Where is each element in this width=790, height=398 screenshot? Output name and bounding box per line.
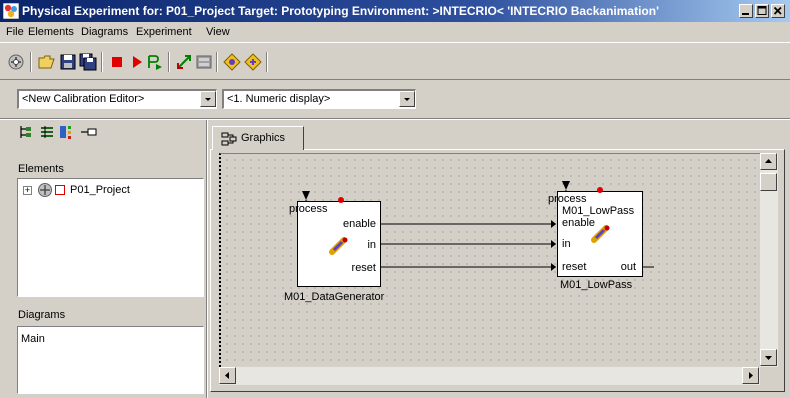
horizontal-scrollbar[interactable] [219,367,760,385]
port-dot [338,197,344,203]
display-type-value: <1. Numeric display> [227,93,331,105]
process-label: process [289,203,328,215]
stop-icon[interactable] [108,53,126,71]
diagram-canvas[interactable]: process enable in reset M01_DataGenerato… [219,153,760,367]
scroll-corner [760,367,778,385]
scroll-thumb[interactable] [760,173,777,191]
port-dot [597,187,603,193]
toolbar-separator [216,52,218,72]
vertical-scrollbar[interactable] [760,153,778,367]
splitter[interactable] [206,120,208,398]
menu-elements[interactable]: Elements [28,26,74,38]
tree-view-icon[interactable] [18,124,34,140]
tab-graphics[interactable]: Graphics [212,126,304,150]
process-trigger-lowpass [562,181,570,190]
toolbar-separator [101,52,103,72]
menu-file[interactable]: File [6,26,24,38]
block-inner-name: M01_LowPass [562,205,635,217]
block-lowpass[interactable]: process M01_LowPass enable in reset out [548,191,643,277]
calibration-editor-value: <New Calibration Editor> [22,93,145,105]
close-button[interactable] [771,4,785,18]
tree-expander[interactable]: + [23,186,32,195]
process-trigger-generator [302,191,310,200]
calibrate-icon[interactable] [195,53,213,71]
arrow-enable [551,220,556,228]
block-name-lowpass: M01_LowPass [560,279,633,291]
title-bar: Physical Experiment for: P01_Project Tar… [0,0,790,22]
project-status-icon [55,185,65,195]
scroll-up-button[interactable] [760,153,777,170]
display-type-select[interactable]: <1. Numeric display> [222,89,416,109]
connector-icon[interactable] [80,124,98,140]
run-icon[interactable] [128,53,146,71]
step-run-icon[interactable] [146,53,164,71]
chevron-down-icon[interactable] [399,91,415,107]
module-icon [591,225,610,243]
tree-item-label[interactable]: P01_Project [70,184,130,196]
hierarchy-icon[interactable] [59,124,77,140]
block-data-generator[interactable]: process enable in reset [289,201,381,287]
port-enable[interactable]: enable [343,218,376,230]
module-icon [329,237,348,255]
tool2-icon[interactable] [244,53,262,71]
chevron-down-icon[interactable] [200,91,216,107]
calibration-editor-select[interactable]: <New Calibration Editor> [17,89,217,109]
arrow-reset [551,263,556,271]
save-icon[interactable] [59,53,77,71]
open-icon[interactable] [38,53,56,71]
port-in-in[interactable]: in [562,238,571,250]
window-title: Physical Experiment for: P01_Project Tar… [22,4,659,18]
port-in[interactable]: in [367,239,376,251]
divider [0,119,790,120]
toolbar-separator [266,52,268,72]
tab-graphics-label: Graphics [241,132,286,144]
port-reset[interactable]: reset [352,262,376,274]
menu-bar: File Elements Diagrams Experiment View [0,22,790,42]
arrange-icon[interactable] [175,53,193,71]
graphics-tab-icon [221,132,237,146]
elements-label: Elements [18,163,64,175]
project-icon [38,183,52,197]
menu-view[interactable]: View [206,26,230,38]
scroll-left-button[interactable] [219,367,236,384]
maximize-button[interactable] [755,4,769,18]
elements-tree[interactable]: + P01_Project [17,178,204,297]
minimize-button[interactable] [739,4,753,18]
tool1-icon[interactable] [223,53,241,71]
list-item[interactable]: Main [21,333,45,345]
connect-icon[interactable] [7,53,25,71]
arrow-in [551,240,556,248]
menu-diagrams[interactable]: Diagrams [81,26,128,38]
toolbar-separator [30,52,32,72]
save-all-icon[interactable] [79,53,97,71]
process-label: process [548,193,587,205]
block-name-generator: M01_DataGenerator [284,291,385,303]
scroll-down-button[interactable] [760,349,777,366]
diagrams-label: Diagrams [18,309,66,321]
list-view-icon[interactable] [39,124,55,140]
port-reset-in[interactable]: reset [562,261,586,273]
app-icon[interactable] [3,3,19,19]
diagrams-list[interactable]: Main [17,326,204,394]
scroll-right-button[interactable] [742,367,759,384]
toolbar-separator [168,52,170,72]
menu-experiment[interactable]: Experiment [136,26,192,38]
toolbar [0,42,790,80]
port-out[interactable]: out [621,261,636,273]
